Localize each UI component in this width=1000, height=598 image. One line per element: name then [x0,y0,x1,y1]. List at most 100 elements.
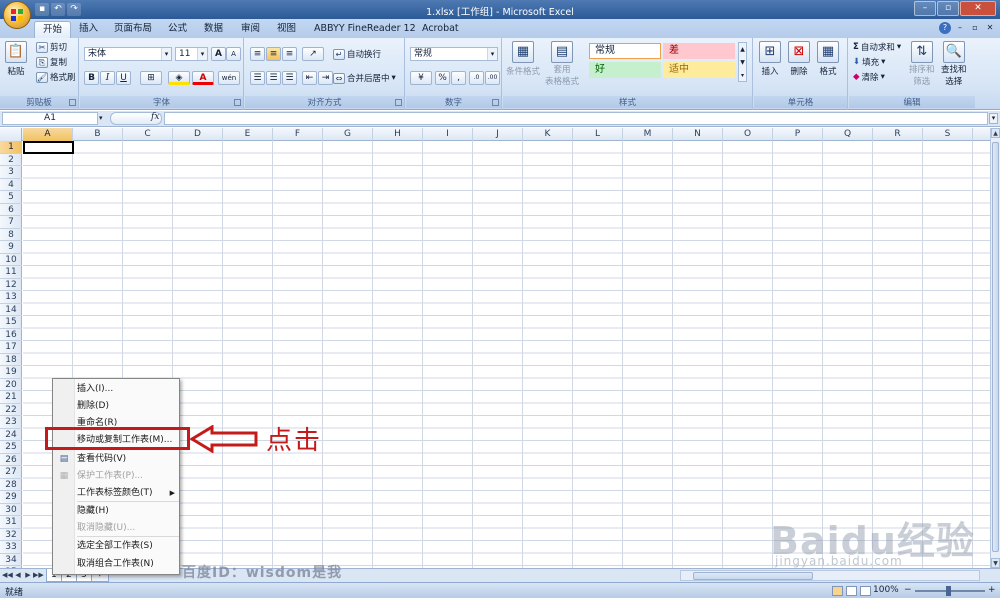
scroll-down-icon[interactable]: ▼ [991,558,1000,568]
row-header-20[interactable]: 20 [0,379,22,391]
column-header-a[interactable]: A [23,128,73,141]
column-header-f[interactable]: F [273,128,323,141]
minimize-button[interactable]: – [914,1,936,16]
row-header-9[interactable]: 9 [0,241,22,254]
menu-item-1[interactable]: 删除(D) [76,398,179,414]
paste-button[interactable]: 📋 粘贴 [5,41,27,77]
tab-data[interactable]: 数据 [196,21,231,38]
sort-filter-button[interactable]: ⇅ 排序和 筛选 [909,41,935,87]
active-cell[interactable] [23,141,74,154]
row-header-11[interactable]: 11 [0,266,22,279]
merge-center-button[interactable]: ⇔ 合并后居中 ▾ [333,72,396,84]
wrap-text-button[interactable]: ↵ 自动换行 [333,48,381,60]
align-center-button[interactable]: ☰ [266,71,281,85]
row-header-17[interactable]: 17 [0,341,22,354]
grow-font-button[interactable]: A [211,47,226,61]
ribbon-restore-icon[interactable]: ▫ [969,22,981,34]
format-painter-button[interactable]: 🖌 格式刷 [36,71,76,83]
copy-button[interactable]: ⎘ 复制 [36,56,67,68]
find-select-button[interactable]: 🔍 查找和 选择 [941,41,967,87]
italic-button[interactable]: I [100,71,115,85]
decrease-decimal-button[interactable]: .00 [485,71,500,85]
row-header-8[interactable]: 8 [0,229,22,241]
percent-button[interactable]: % [435,71,450,85]
font-launcher-icon[interactable] [234,99,241,106]
column-header-o[interactable]: O [723,128,773,141]
number-format-select[interactable]: 常规 ▾ [410,47,498,61]
tab-view[interactable]: 视图 [269,21,304,38]
fill-color-button[interactable]: ◈ [168,71,190,85]
font-size-select[interactable]: 11 ▾ [175,47,208,61]
row-header-30[interactable]: 30 [0,504,22,516]
shrink-font-button[interactable]: A [226,47,241,61]
formula-input[interactable] [164,112,988,125]
chevron-down-icon[interactable]: ▾ [99,114,103,122]
delete-cells-button[interactable]: ⊠ 删除 [788,41,810,77]
cell-style-neutral[interactable]: 适中 [663,62,735,78]
clipboard-launcher-icon[interactable] [69,99,76,106]
align-middle-button[interactable]: ≡ [266,47,281,61]
column-header-k[interactable]: K [523,128,573,141]
column-header-g[interactable]: G [323,128,373,141]
workbook-close-icon[interactable]: ✕ [984,22,996,34]
column-header-r[interactable]: R [873,128,923,141]
comma-button[interactable]: , [451,71,466,85]
font-name-select[interactable]: 宋体 ▾ [84,47,172,61]
row-header-14[interactable]: 14 [0,304,22,316]
format-as-table-button[interactable]: ▤ 套用 表格格式 [545,41,579,87]
cell-style-normal[interactable]: 常规 [589,43,661,59]
scroll-up-icon[interactable]: ▲ [991,128,1000,138]
number-launcher-icon[interactable] [492,99,499,106]
increase-indent-button[interactable]: ⇥ [318,71,333,85]
column-header-h[interactable]: H [373,128,423,141]
menu-item-10[interactable]: 取消组合工作表(N) [76,556,179,572]
row-header-34[interactable]: 34 [0,554,22,566]
row-header-26[interactable]: 26 [0,454,22,466]
row-header-23[interactable]: 23 [0,416,22,429]
row-header-19[interactable]: 19 [0,366,22,379]
vertical-scroll-thumb[interactable] [992,142,999,552]
align-right-button[interactable]: ☰ [282,71,297,85]
normal-view-icon[interactable] [832,586,843,596]
row-header-4[interactable]: 4 [0,179,22,191]
row-header-1[interactable]: 1 [0,141,22,154]
bold-button[interactable]: B [84,71,99,85]
row-header-16[interactable]: 16 [0,329,22,341]
decrease-indent-button[interactable]: ⇤ [302,71,317,85]
autosum-button[interactable]: Σ 自动求和 ▾ [853,41,901,53]
row-header-32[interactable]: 32 [0,529,22,541]
row-header-21[interactable]: 21 [0,391,22,404]
column-header-e[interactable]: E [223,128,273,141]
row-header-6[interactable]: 6 [0,204,22,216]
increase-decimal-button[interactable]: .0 [469,71,484,85]
phonetic-button[interactable]: wén [218,71,240,85]
fill-button[interactable]: ⬇ 填充 ▾ [853,56,885,68]
row-header-3[interactable]: 3 [0,166,22,179]
tab-abbyy[interactable]: ABBYY FineReader 12 [306,21,424,38]
underline-button[interactable]: U [116,71,131,85]
menu-item-6[interactable]: 工作表标签颜色(T) ▶ [76,485,179,501]
prev-sheet-icon[interactable]: ◀ [13,570,23,581]
tab-home[interactable]: 开始 [34,21,72,38]
cell-style-bad[interactable]: 差 [663,43,735,59]
last-sheet-icon[interactable]: ▶▶ [33,570,44,581]
orientation-button[interactable]: ↗ [302,47,324,61]
menu-item-4[interactable]: 查看代码(V) [76,451,179,467]
menu-item-0[interactable]: 插入(I)... [76,381,179,397]
column-header-q[interactable]: Q [823,128,873,141]
first-sheet-icon[interactable]: ◀◀ [2,570,13,581]
conditional-format-button[interactable]: ▦ 条件格式 [506,41,540,77]
row-header-33[interactable]: 33 [0,541,22,554]
row-header-28[interactable]: 28 [0,479,22,491]
row-header-15[interactable]: 15 [0,316,22,329]
column-header-c[interactable]: C [123,128,173,141]
page-layout-view-icon[interactable] [846,586,857,596]
insert-function-icon[interactable]: fx [151,112,159,122]
row-header-27[interactable]: 27 [0,466,22,479]
insert-cells-button[interactable]: ⊞ 插入 [759,41,781,77]
column-header-i[interactable]: I [423,128,473,141]
align-left-button[interactable]: ☰ [250,71,265,85]
zoom-in-icon[interactable]: + [988,585,996,595]
help-icon[interactable]: ? [939,22,951,34]
zoom-level[interactable]: 100% [873,585,899,595]
